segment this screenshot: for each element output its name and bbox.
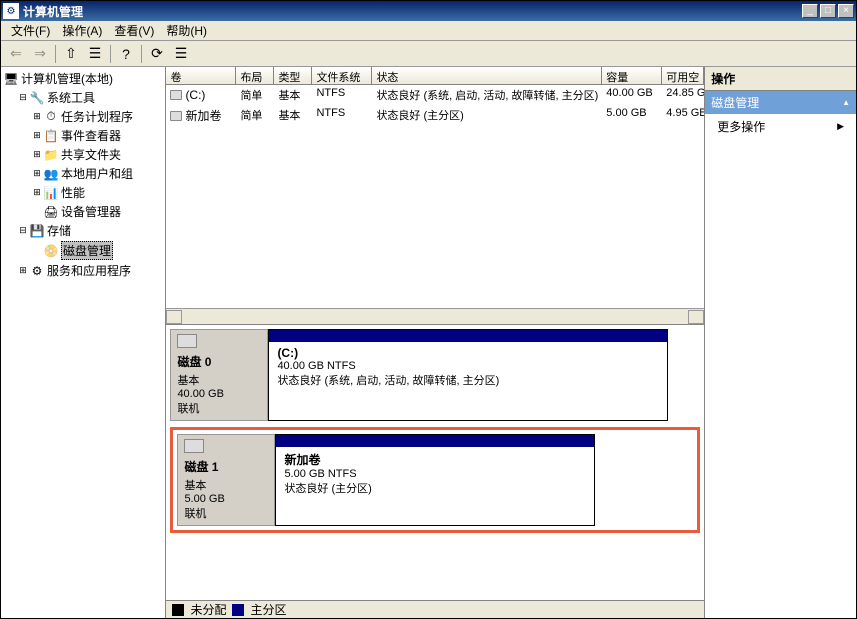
volume-header-row: 卷 布局 类型 文件系统 状态 容量 可用空间 — [166, 67, 704, 85]
scroll-right-button[interactable] — [688, 310, 704, 324]
titlebar: ⚙ 计算机管理 _ □ × — [1, 1, 856, 21]
refresh-button[interactable]: ⟳ — [146, 43, 168, 65]
volume-list: 卷 布局 类型 文件系统 状态 容量 可用空间 (C:) 简单 基本 NTFS … — [166, 67, 704, 325]
disk-info[interactable]: 磁盘 1 基本 5.00 GB 联机 — [177, 434, 275, 526]
disk-icon: 📀 — [43, 243, 59, 259]
header-type[interactable]: 类型 — [274, 67, 312, 84]
tree-shared-folders[interactable]: ⊞ 📁 共享文件夹 — [31, 145, 163, 164]
clock-icon: ⏱ — [43, 109, 59, 125]
expand-icon[interactable]: ⊞ — [31, 111, 43, 122]
disk-row: 磁盘 0 基本 40.00 GB 联机 (C:) 40.00 GB NTFS 状… — [170, 329, 700, 421]
menu-view[interactable]: 查看(V) — [108, 20, 160, 41]
toolbar: ⇐ ⇒ ⇧ ☰ ? ⟳ ☰ — [1, 41, 856, 67]
toolbar-separator — [141, 45, 142, 63]
header-volume[interactable]: 卷 — [166, 67, 236, 84]
partition[interactable]: 新加卷 5.00 GB NTFS 状态良好 (主分区) — [275, 434, 595, 526]
actions-section[interactable]: 磁盘管理 ▲ — [705, 91, 856, 114]
tree-disk-management[interactable]: 📀 磁盘管理 — [31, 240, 163, 261]
tree-local-users[interactable]: ⊞ 👥 本地用户和组 — [31, 164, 163, 183]
actions-header: 操作 — [705, 67, 856, 91]
partition-body: (C:) 40.00 GB NTFS 状态良好 (系统, 启动, 活动, 故障转… — [269, 342, 667, 420]
tree-performance[interactable]: ⊞ 📊 性能 — [31, 183, 163, 202]
header-capacity[interactable]: 容量 — [602, 67, 662, 84]
partition[interactable]: (C:) 40.00 GB NTFS 状态良好 (系统, 启动, 活动, 故障转… — [268, 329, 668, 421]
partition-body: 新加卷 5.00 GB NTFS 状态良好 (主分区) — [276, 447, 594, 525]
actions-panel: 操作 磁盘管理 ▲ 更多操作 ▶ — [705, 67, 856, 618]
horizontal-scrollbar[interactable] — [166, 308, 704, 324]
toolbar-separator — [55, 45, 56, 63]
menu-action[interactable]: 操作(A) — [56, 20, 108, 41]
content-area: 🖥 计算机管理(本地) ⊟ 🔧 系统工具 ⊞ ⏱ 任务计划程序 ⊞ — [1, 67, 856, 618]
disk-row-highlighted: 磁盘 1 基本 5.00 GB 联机 新加卷 5.00 GB NTFS 状态良好… — [170, 427, 700, 533]
expand-icon[interactable]: ⊞ — [31, 168, 43, 179]
close-button[interactable]: × — [838, 4, 854, 18]
tree-system-tools[interactable]: ⊟ 🔧 系统工具 — [17, 88, 163, 107]
expand-icon[interactable]: ⊞ — [31, 130, 43, 141]
expand-icon[interactable]: ⊞ — [31, 149, 43, 160]
extra-button[interactable]: ☰ — [170, 43, 192, 65]
tree-services-apps[interactable]: ⊞ ⚙ 服务和应用程序 — [17, 261, 163, 280]
tree-device-manager[interactable]: 🖨 设备管理器 — [31, 202, 163, 221]
drive-icon — [170, 90, 182, 100]
volume-row[interactable]: 新加卷 简单 基本 NTFS 状态良好 (主分区) 5.00 GB 4.95 G… — [166, 105, 704, 126]
perf-icon: 📊 — [43, 185, 59, 201]
volume-row[interactable]: (C:) 简单 基本 NTFS 状态良好 (系统, 启动, 活动, 故障转储, … — [166, 85, 704, 105]
expand-icon[interactable]: ⊞ — [17, 265, 29, 276]
computer-management-window: ⚙ 计算机管理 _ □ × 文件(F) 操作(A) 查看(V) 帮助(H) ⇐ … — [0, 0, 857, 619]
disk-partitions: (C:) 40.00 GB NTFS 状态良好 (系统, 启动, 活动, 故障转… — [268, 329, 700, 421]
services-icon: ⚙ — [29, 263, 45, 279]
actions-more[interactable]: 更多操作 ▶ — [705, 114, 856, 139]
event-icon: 📋 — [43, 128, 59, 144]
header-status[interactable]: 状态 — [372, 67, 602, 84]
header-filesystem[interactable]: 文件系统 — [312, 67, 372, 84]
drive-icon — [170, 111, 182, 121]
center-panel: 卷 布局 类型 文件系统 状态 容量 可用空间 (C:) 简单 基本 NTFS … — [166, 67, 705, 618]
folder-icon: 📁 — [43, 147, 59, 163]
collapse-icon[interactable]: ⊟ — [17, 225, 29, 236]
legend-unallocated-label: 未分配 — [190, 601, 226, 618]
legend-primary-label: 主分区 — [250, 601, 286, 618]
scroll-left-button[interactable] — [166, 310, 182, 324]
legend-swatch-unallocated — [172, 604, 184, 616]
tree-panel: 🖥 计算机管理(本地) ⊟ 🔧 系统工具 ⊞ ⏱ 任务计划程序 ⊞ — [1, 67, 166, 618]
window-title: 计算机管理 — [23, 3, 800, 20]
legend-swatch-primary — [232, 604, 244, 616]
device-icon: 🖨 — [43, 204, 59, 220]
collapse-icon[interactable]: ⊟ — [17, 92, 29, 103]
menubar: 文件(F) 操作(A) 查看(V) 帮助(H) — [1, 21, 856, 41]
disk-info[interactable]: 磁盘 0 基本 40.00 GB 联机 — [170, 329, 268, 421]
tree-event-viewer[interactable]: ⊞ 📋 事件查看器 — [31, 126, 163, 145]
help-button[interactable]: ? — [115, 43, 137, 65]
disk-partitions: 新加卷 5.00 GB NTFS 状态良好 (主分区) — [275, 434, 693, 526]
collapse-arrow-icon: ▲ — [842, 98, 850, 107]
toolbar-separator — [110, 45, 111, 63]
partition-stripe — [276, 435, 594, 447]
up-button[interactable]: ⇧ — [60, 43, 82, 65]
app-icon: ⚙ — [3, 3, 19, 19]
back-button[interactable]: ⇐ — [5, 43, 27, 65]
disk-icon — [177, 334, 197, 348]
header-layout[interactable]: 布局 — [236, 67, 274, 84]
minimize-button[interactable]: _ — [802, 4, 818, 18]
menu-help[interactable]: 帮助(H) — [160, 20, 213, 41]
tree-task-scheduler[interactable]: ⊞ ⏱ 任务计划程序 — [31, 107, 163, 126]
computer-icon: 🖥 — [3, 71, 19, 87]
header-free[interactable]: 可用空间 — [662, 67, 704, 84]
legend: 未分配 主分区 — [166, 600, 704, 618]
storage-icon: 💾 — [29, 223, 45, 239]
maximize-button[interactable]: □ — [820, 4, 836, 18]
tree-storage[interactable]: ⊟ 💾 存储 — [17, 221, 163, 240]
tools-icon: 🔧 — [29, 90, 45, 106]
tree-root[interactable]: 🖥 计算机管理(本地) — [3, 69, 163, 88]
properties-button[interactable]: ☰ — [84, 43, 106, 65]
menu-file[interactable]: 文件(F) — [5, 20, 56, 41]
users-icon: 👥 — [43, 166, 59, 182]
disk-layout-panel: 磁盘 0 基本 40.00 GB 联机 (C:) 40.00 GB NTFS 状… — [166, 325, 704, 600]
submenu-arrow-icon: ▶ — [837, 121, 844, 132]
partition-stripe — [269, 330, 667, 342]
disk-icon — [184, 439, 204, 453]
volume-rows: (C:) 简单 基本 NTFS 状态良好 (系统, 启动, 活动, 故障转储, … — [166, 85, 704, 308]
forward-button[interactable]: ⇒ — [29, 43, 51, 65]
expand-icon[interactable]: ⊞ — [31, 187, 43, 198]
